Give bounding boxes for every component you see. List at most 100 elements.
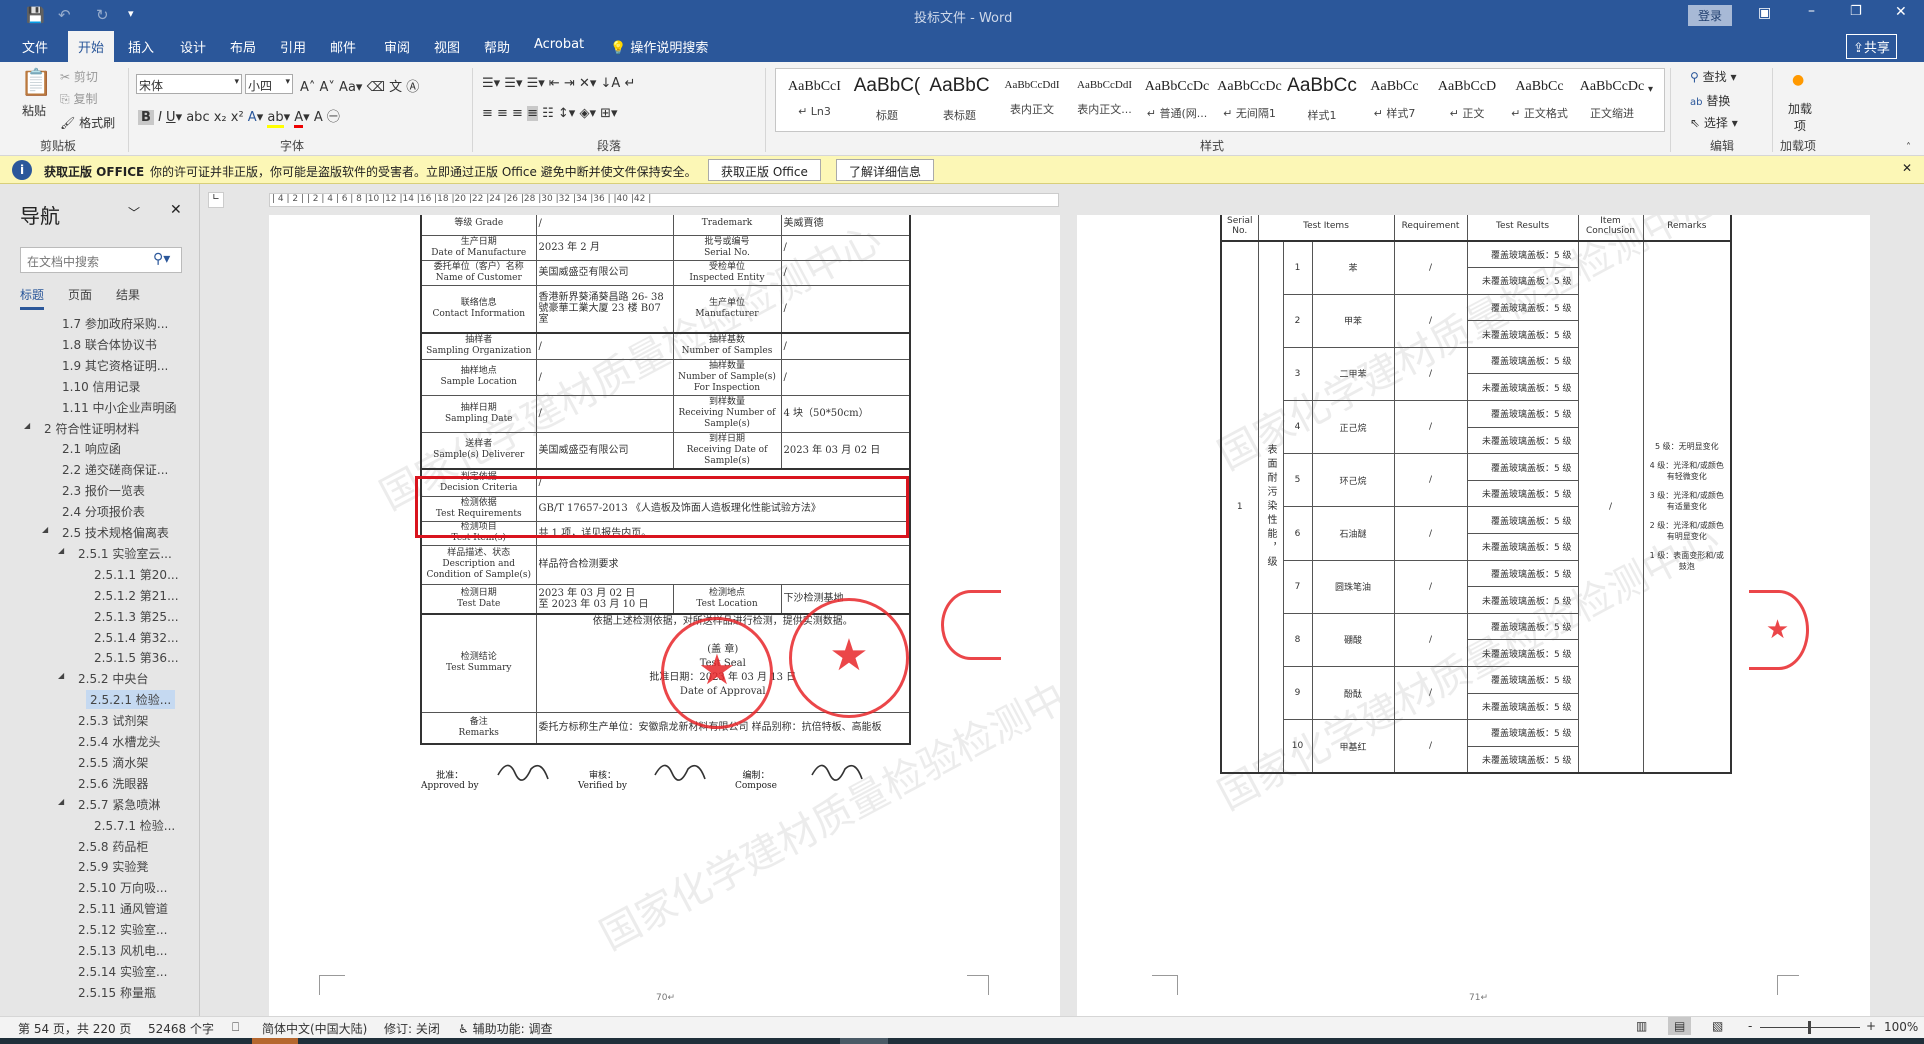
tab-3[interactable]: 设计 [180,37,206,56]
tab-2[interactable]: 插入 [128,37,154,56]
tab-6[interactable]: 邮件 [330,37,356,56]
close-icon[interactable]: ✕ [1895,4,1907,20]
nav-heading-item[interactable]: 2.5.1.5 第36... [90,648,183,667]
style-item[interactable]: AaBbCcD ↵ 正文 [1431,69,1504,131]
style-item[interactable]: AaBbC(标题 [851,69,924,131]
nav-heading-item[interactable]: 2.5.3 试剂架 [74,711,152,730]
nav-heading-item[interactable]: 2.5.1.4 第32... [90,628,183,647]
font-name-select[interactable]: 宋体 ▾ [136,74,242,94]
restore-icon[interactable]: ❐ [1850,4,1862,19]
nav-heading-item[interactable]: 1.7 参加政府采购... [58,314,172,333]
track-changes[interactable]: 修订: 关闭 [384,1020,440,1037]
style-item[interactable]: AaBbC 表标题 [923,69,996,131]
font-format-icons[interactable]: B I U▾ abc x₂ x² A▾ ab▾ A▾ A ㊀ [138,106,340,128]
find-button[interactable]: ⚲ 查找 ▾ [1690,68,1736,85]
tab-8[interactable]: 视图 [434,37,460,56]
nav-heading-item[interactable]: 2.3 报价一览表 [58,481,149,500]
style-item[interactable]: AaBbCc ↵ 样式7 [1358,69,1431,131]
nav-heading-item[interactable]: 2.5.12 实验室... [74,920,171,939]
login-button[interactable]: 登录 [1688,5,1733,26]
style-item[interactable]: AaBbCcI ↵ Ln3 [778,69,851,131]
nav-heading-item[interactable]: 2.5.5 滴水架 [74,753,152,772]
zoom-out-button[interactable]: - [1748,1019,1752,1033]
tab-0[interactable]: 文件 [22,37,48,56]
tab-1[interactable]: 开始 [68,31,115,62]
proofing-icon[interactable]: ⎕ [232,1020,239,1035]
nav-heading-item[interactable]: 2.5.1 实验室云... [74,544,176,563]
collapse-triangle-icon[interactable]: ◢ [58,546,64,555]
get-genuine-button[interactable]: 获取正版 Office [708,159,821,181]
cut-button[interactable]: ✂ 剪切 [60,68,98,85]
nav-heading-item[interactable]: 2.5.1.1 第20... [90,565,183,584]
ribbon-display-icon[interactable]: ▣ [1758,5,1771,21]
zoom-in-button[interactable]: + [1866,1019,1876,1033]
align-icons[interactable]: ≡ ≡ ≡ ≡ ☷ ↕▾ ◈▾ ⊞▾ [482,106,618,121]
close-icon[interactable]: ✕ [1902,161,1912,175]
minimize-icon[interactable]: – [1808,3,1815,19]
undo-icon[interactable]: ↶ [58,6,71,24]
collapse-triangle-icon[interactable]: ◢ [58,671,64,680]
style-item[interactable]: AaBbCc ↵ 正文格式 [1503,69,1576,131]
tab-10[interactable]: Acrobat [534,37,584,52]
nav-heading-item[interactable]: 2.5.11 通风管道 [74,899,172,918]
nav-heading-item[interactable]: 1.10 信用记录 [58,377,145,396]
nav-heading-item[interactable]: 2.5.8 药品柜 [74,837,152,856]
paste-button[interactable]: 粘贴 [22,102,46,119]
nav-heading-item[interactable]: 2.5.4 水槽龙头 [74,732,164,751]
nav-heading-item[interactable]: 2.5.1.2 第21... [90,586,183,605]
addins-button[interactable]: 加载项 [1788,100,1812,134]
tab-9[interactable]: 帮助 [484,37,510,56]
nav-heading-item[interactable]: 1.8 联合体协议书 [58,335,161,354]
nav-heading-item[interactable]: 2.1 响应函 [58,439,125,458]
style-item[interactable]: AaBbCcDc ↵ 无间隔1 [1213,69,1286,131]
font-tools-icons[interactable]: A˄ A˅ Aa▾ ⌫ 文 Ⓐ [300,76,419,95]
styles-more-icon[interactable]: ▾ [1648,84,1653,95]
paste-icon[interactable]: 📋 [20,68,52,98]
nav-heading-item[interactable]: 1.9 其它资格证明... [58,356,172,375]
customize-qat-icon[interactable]: ▾ [128,7,134,20]
share-button[interactable]: ⇪共享 [1846,34,1897,59]
collapse-triangle-icon[interactable]: ◢ [58,797,64,806]
tab-selector[interactable]: ∟ [208,192,224,208]
print-layout-icon[interactable]: ▤ [1668,1017,1692,1035]
page-count[interactable]: 第 54 页，共 220 页 [18,1020,131,1037]
nav-heading-item[interactable]: 2.5.7 紧急喷淋 [74,795,164,814]
search-icon[interactable]: ⚲▾ [153,251,170,267]
style-item[interactable]: AaBbCcDc 正文缩进 [1576,69,1649,131]
select-button[interactable]: ⇖ 选择 ▾ [1690,114,1738,131]
nav-heading-item[interactable]: 2.4 分项报价表 [58,502,149,521]
learn-more-button[interactable]: 了解详细信息 [836,159,935,181]
nav-tab-1[interactable]: 页面 [68,286,92,303]
redo-icon[interactable]: ↻ [96,6,109,24]
list-icons[interactable]: ☰▾ ☰▾ ☰▾ ⇤ ⇥ ✕▾ ↓A ↵ [482,76,635,91]
nav-heading-item[interactable]: 2.5.1.3 第25... [90,607,183,626]
style-item[interactable]: AaBbCcDdI 表内正文... [1068,69,1141,131]
nav-tab-0[interactable]: 标题 [20,286,45,310]
nav-heading-item[interactable]: 2.5.10 万向吸... [74,878,171,897]
chevron-down-icon[interactable]: ﹀ [128,204,140,221]
nav-search-input[interactable]: 在文档中搜索 ⚲▾ [20,247,182,273]
nav-heading-item[interactable]: 1.11 中小企业声明函 [58,398,181,417]
nav-heading-item[interactable]: 2.5.9 实验凳 [74,857,152,876]
nav-heading-item[interactable]: 2.2 递交磋商保证... [58,460,172,479]
zoom-level[interactable]: 100% [1884,1020,1918,1034]
tab-5[interactable]: 引用 [280,37,306,56]
nav-heading-item[interactable]: 2 符合性证明材料 [40,419,143,438]
tell-me-search[interactable]: 💡 操作说明搜索 [610,37,708,56]
copy-button[interactable]: ⎘ 复制 [60,90,97,107]
nav-heading-item[interactable]: 2.5 技术规格偏离表 [58,523,173,542]
horizontal-ruler[interactable]: | 4 | 2 | | 2 | 4 | 6 | 8 |10 |12 |14 |1… [269,193,1059,207]
nav-heading-item[interactable]: 2.5.7.1 检验... [90,816,179,835]
word-count[interactable]: 52468 个字 [148,1020,214,1037]
font-size-select[interactable]: 小四 ▾ [245,74,293,94]
tab-7[interactable]: 审阅 [384,37,410,56]
nav-heading-item[interactable]: 2.5.6 洗眼器 [74,774,152,793]
nav-tab-2[interactable]: 结果 [116,286,140,303]
accessibility-status[interactable]: ♿ 辅助功能: 调查 [458,1020,552,1037]
collapse-triangle-icon[interactable]: ◢ [24,421,30,430]
nav-heading-item[interactable]: 2.5.2 中央台 [74,669,152,688]
zoom-slider-thumb[interactable] [1808,1021,1811,1034]
style-item[interactable]: AaBbCcDdI 表内正文 [996,69,1069,131]
replace-button[interactable]: ab 替换 [1690,92,1730,109]
nav-heading-item[interactable]: 2.5.14 实验室... [74,962,171,981]
